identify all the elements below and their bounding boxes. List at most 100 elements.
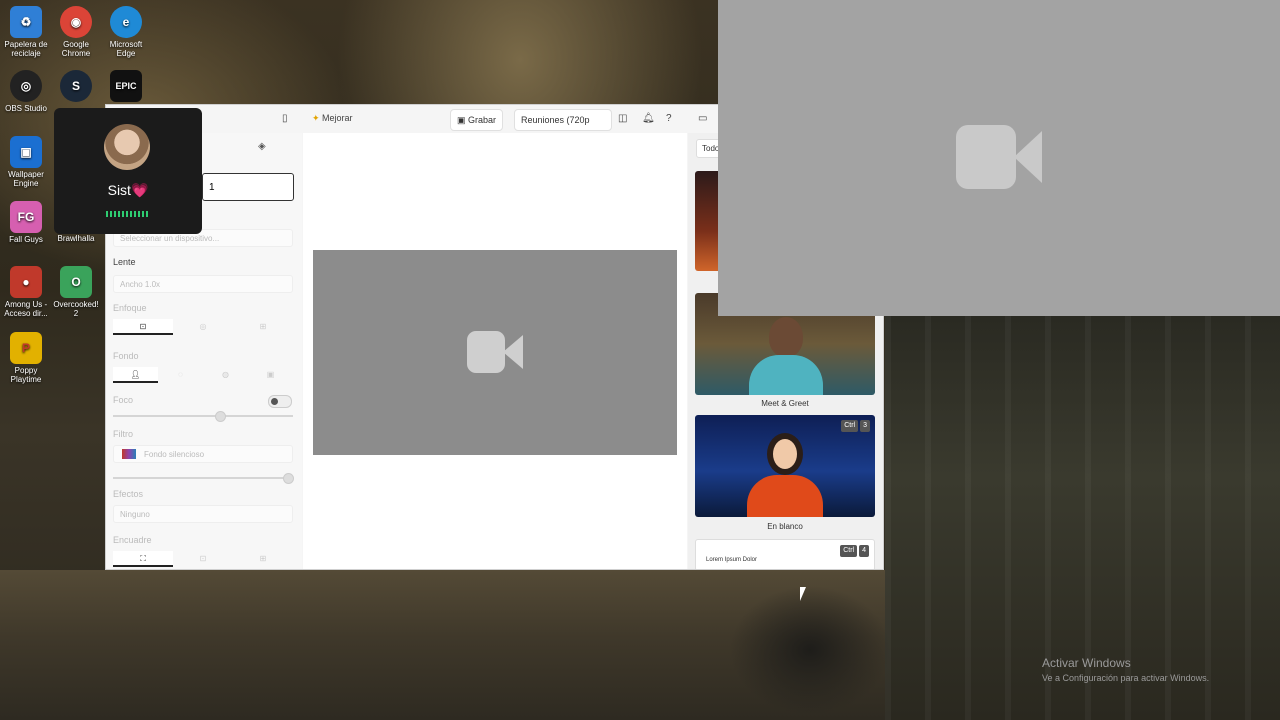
enfoque-auto-icon[interactable]: ⊡	[113, 319, 173, 335]
sidebar-toggle-icon[interactable]: ▯	[282, 113, 288, 124]
shortcut-modifier: Ctrl	[841, 420, 859, 432]
video-popup-panel	[718, 0, 1280, 316]
desktop-icon-label: Among Us - Acceso dir...	[4, 300, 48, 318]
efectos-label: Efectos	[113, 489, 144, 499]
scene-person-face	[773, 439, 797, 469]
desktop-icon-chrome[interactable]: ◉ Google Chrome	[50, 6, 102, 58]
layout-icon[interactable]: ◫	[618, 113, 627, 124]
activation-title: Activar Windows	[1042, 656, 1131, 670]
filter-swatch-icon	[122, 449, 136, 459]
camera-name-field[interactable]: 1	[202, 173, 294, 201]
enfoque-label: Enfoque	[113, 303, 147, 313]
avatar	[104, 124, 150, 170]
reuniones-label: Reuniones (720p	[521, 115, 590, 125]
scene-thumbnail-lorem[interactable]: Lorem Ipsum Dolor Ctrl 4	[695, 539, 875, 569]
encuadre-group-icon[interactable]: ⊞	[233, 551, 293, 567]
camera-preview	[313, 250, 677, 455]
desktop-icon-overcooked[interactable]: O Overcooked! 2	[50, 266, 102, 318]
desktop-icon-fall-guys[interactable]: FG Fall Guys	[0, 201, 52, 244]
enfoque-face-icon[interactable]: ◎	[173, 319, 233, 335]
desktop-icon-poppy-playtime[interactable]: P Poppy Playtime	[0, 332, 52, 384]
scene-caption-en-blanco: En blanco	[767, 522, 803, 531]
desktop-icon-brawlhalla[interactable]: Brawlhalla	[50, 234, 102, 243]
desktop-icon-label: Brawlhalla	[57, 234, 95, 243]
panel-toggle-icon[interactable]: ▭	[698, 113, 707, 124]
recycle-bin-icon: ♻	[10, 6, 42, 38]
desktop-icon-among-us[interactable]: ● Among Us - Acceso dir...	[0, 266, 52, 318]
encuadre-segmented[interactable]: ⛶ ⊡ ⊞	[113, 551, 293, 567]
lente-select[interactable]: Ancho 1.0x	[113, 275, 293, 293]
shortcut-key: 4	[859, 545, 869, 557]
encuadre-person-icon[interactable]: ⊡	[173, 551, 233, 567]
video-camera-icon	[956, 125, 1042, 189]
help-icon[interactable]: ?	[666, 113, 672, 124]
mejorar-button[interactable]: Mejorar	[322, 113, 353, 123]
epic-games-icon: EPIC	[110, 70, 142, 102]
desktop-icon-epic-games[interactable]: EPIC	[100, 70, 152, 104]
windows-activation-watermark: Activar Windows Ve a Configuración para …	[1042, 656, 1209, 683]
edge-icon: e	[110, 6, 142, 38]
activation-subtitle: Ve a Configuración para activar Windows.	[1042, 673, 1210, 683]
mouse-cursor-icon	[800, 587, 806, 601]
desktop-icon-label: Poppy Playtime	[10, 366, 42, 384]
filtro-select[interactable]: Fondo silencioso	[113, 445, 293, 463]
efectos-select[interactable]: Ninguno	[113, 505, 293, 523]
encuadre-label: Encuadre	[113, 535, 152, 545]
wallpaper-engine-icon: ▣	[10, 136, 42, 168]
obs-icon: ◎	[10, 70, 42, 102]
chrome-icon: ◉	[60, 6, 92, 38]
shortcut-modifier: Ctrl	[840, 545, 858, 557]
fondo-image-icon[interactable]: ▣	[248, 367, 293, 383]
scene-thumbnail-en-blanco[interactable]: Ctrl 3	[695, 415, 875, 517]
layers-icon[interactable]: ◈	[258, 141, 266, 152]
foco-slider-knob[interactable]	[215, 411, 226, 422]
encuadre-auto-icon[interactable]: ⛶	[113, 551, 173, 567]
poppy-playtime-icon: P	[10, 332, 42, 364]
desktop-icon-label: Wallpaper Engine	[8, 170, 44, 188]
desktop-icon-obs[interactable]: ◎ OBS Studio	[0, 70, 52, 113]
notifications-icon[interactable]: 🔔︎	[642, 113, 655, 124]
voice-activity-icon	[106, 211, 150, 217]
fondo-dot-icon[interactable]: ◍	[203, 367, 248, 383]
fondo-person-icon[interactable]: 👤︎	[113, 367, 158, 383]
desktop-icon-label: OBS Studio	[5, 104, 47, 113]
fondo-segmented[interactable]: 👤︎ ◌ ◍ ▣	[113, 367, 293, 383]
fondo-label: Fondo	[113, 351, 139, 361]
desktop-icon-steam[interactable]: S	[50, 70, 102, 104]
filtro-slider-knob[interactable]	[283, 473, 294, 484]
fondo-blur-icon[interactable]: ◌	[158, 367, 203, 383]
lente-label: Lente	[113, 257, 136, 267]
wallpaper-figure	[700, 560, 920, 720]
desktop-icon-recycle-bin[interactable]: ♻ Papelera de reciclaje	[0, 6, 52, 58]
scene-person-jacket	[747, 475, 823, 517]
reuniones-dropdown[interactable]: Reuniones (720p	[514, 109, 612, 131]
desktop-icon-label: Papelera de reciclaje	[4, 40, 48, 58]
steam-icon: S	[60, 70, 92, 102]
scene-lorem-text: Lorem Ipsum Dolor	[706, 557, 758, 563]
desktop-icon-label: Google Chrome	[61, 40, 91, 58]
shortcut-badge-3: Ctrl 3	[839, 420, 870, 432]
shortcut-badge-4: Ctrl 4	[838, 545, 869, 557]
foco-slider[interactable]	[113, 411, 293, 422]
grabar-button[interactable]: ▣ Grabar	[450, 109, 504, 131]
scene-person-avatar	[769, 317, 803, 357]
scene-person-shirt	[749, 355, 823, 395]
shortcut-key: 3	[860, 420, 870, 432]
profile-overlay: Sist💗	[54, 108, 202, 234]
foco-label: Foco	[113, 395, 134, 405]
desktop-icon-wallpaper-engine[interactable]: ▣ Wallpaper Engine	[0, 136, 52, 188]
filtro-slider[interactable]	[113, 473, 294, 484]
foco-toggle[interactable]	[268, 395, 292, 408]
fall-guys-icon: FG	[10, 201, 42, 233]
enfoque-frame-icon[interactable]: ⊞	[233, 319, 293, 335]
video-camera-icon	[467, 331, 523, 373]
desktop-icon-label: Fall Guys	[9, 235, 43, 244]
overcooked-icon: O	[60, 266, 92, 298]
record-icon: ▣	[457, 115, 466, 125]
profile-name: Sist💗	[107, 182, 149, 198]
scene-caption-meet-greet: Meet & Greet	[761, 399, 809, 408]
filtro-label: Filtro	[113, 429, 133, 439]
desktop-icon-label: Overcooked! 2	[53, 300, 99, 318]
desktop-icon-edge[interactable]: e Microsoft Edge	[100, 6, 152, 58]
enfoque-segmented[interactable]: ⊡ ◎ ⊞	[113, 319, 293, 335]
